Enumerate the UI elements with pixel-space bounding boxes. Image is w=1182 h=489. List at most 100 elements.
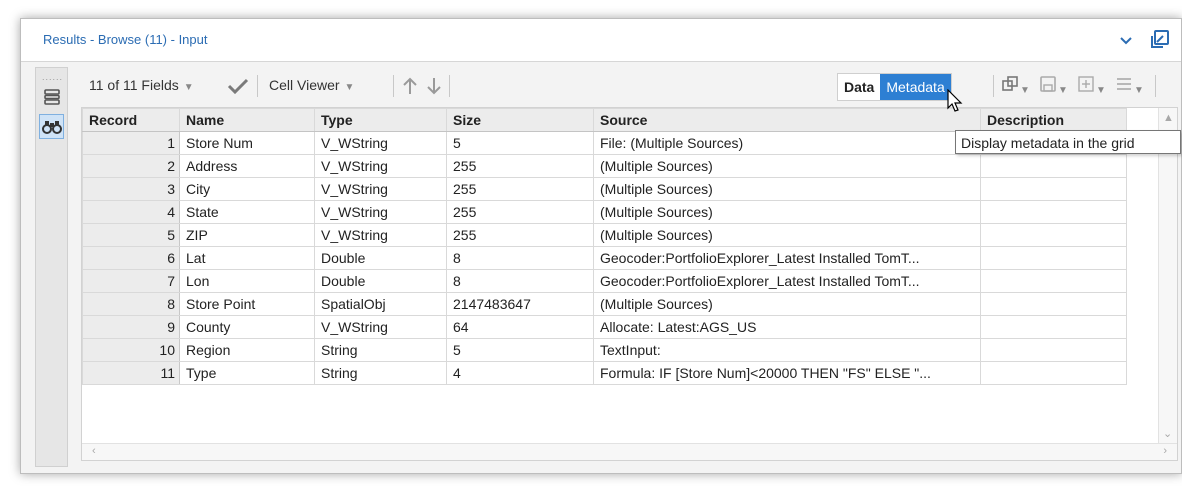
cell-record[interactable]: 9 xyxy=(82,315,180,339)
cell-name[interactable]: Store Point xyxy=(179,292,315,316)
cell-source[interactable]: Geocoder:PortfolioExplorer_Latest Instal… xyxy=(593,269,981,293)
add-column-dropdown[interactable]: ▼ xyxy=(1077,75,1106,96)
cell-name[interactable]: Lon xyxy=(179,269,315,293)
cell-size[interactable]: 255 xyxy=(446,177,594,201)
cell-description[interactable] xyxy=(980,315,1127,339)
cell-name[interactable]: Address xyxy=(179,154,315,178)
cell-source[interactable]: Formula: IF [Store Num]<20000 THEN "FS" … xyxy=(593,361,981,385)
cell-type[interactable]: Double xyxy=(314,246,447,270)
cell-record[interactable]: 3 xyxy=(82,177,180,201)
table-row[interactable]: 4 State V_WString 255 (Multiple Sources) xyxy=(82,200,1127,224)
fields-dropdown[interactable]: 11 of 11 Fields ▼ xyxy=(89,77,194,93)
column-header-source[interactable]: Source xyxy=(593,108,981,132)
column-header-name[interactable]: Name xyxy=(179,108,315,132)
cell-name[interactable]: ZIP xyxy=(179,223,315,247)
column-header-size[interactable]: Size xyxy=(446,108,594,132)
cell-description[interactable] xyxy=(980,154,1127,178)
browse-view-button[interactable] xyxy=(39,114,64,139)
cell-type[interactable]: Double xyxy=(314,269,447,293)
column-header-record[interactable]: Record xyxy=(82,108,180,132)
cell-type[interactable]: V_WString xyxy=(314,177,447,201)
cell-source[interactable]: (Multiple Sources) xyxy=(593,200,981,224)
cell-size[interactable]: 5 xyxy=(446,338,594,362)
cell-size[interactable]: 2147483647 xyxy=(446,292,594,316)
cell-description[interactable] xyxy=(980,223,1127,247)
column-header-type[interactable]: Type xyxy=(314,108,447,132)
cell-record[interactable]: 6 xyxy=(82,246,180,270)
scroll-left-icon[interactable]: ‹ xyxy=(92,445,96,457)
cell-source[interactable]: Geocoder:PortfolioExplorer_Latest Instal… xyxy=(593,246,981,270)
table-row[interactable]: 9 County V_WString 64 Allocate: Latest:AGS_U… xyxy=(82,315,1127,339)
vertical-scrollbar[interactable]: ▲ ⌄ xyxy=(1158,108,1177,444)
cell-record[interactable]: 2 xyxy=(82,154,180,178)
cell-size[interactable]: 5 xyxy=(446,131,594,155)
cell-type[interactable]: V_WString xyxy=(314,200,447,224)
scroll-up-icon[interactable]: ▲ xyxy=(1163,112,1174,124)
cell-description[interactable] xyxy=(980,246,1127,270)
cell-size[interactable]: 255 xyxy=(446,223,594,247)
cell-source[interactable]: (Multiple Sources) xyxy=(593,177,981,201)
chevron-down-icon[interactable] xyxy=(1116,30,1136,50)
scroll-right-icon[interactable]: › xyxy=(1163,445,1167,457)
table-row[interactable]: 11 Type String 4 Formula: IF [Store Num]<200… xyxy=(82,361,1127,385)
cell-name[interactable]: Lat xyxy=(179,246,315,270)
cell-type[interactable]: SpatialObj xyxy=(314,292,447,316)
cell-source[interactable]: (Multiple Sources) xyxy=(593,292,981,316)
cell-record[interactable]: 11 xyxy=(82,361,180,385)
cell-name[interactable]: County xyxy=(179,315,315,339)
arrow-down-icon[interactable] xyxy=(425,76,443,96)
cell-source[interactable]: TextInput: xyxy=(593,338,981,362)
cell-name[interactable]: Region xyxy=(179,338,315,362)
cell-size[interactable]: 4 xyxy=(446,361,594,385)
cell-size[interactable]: 64 xyxy=(446,315,594,339)
copy-dropdown[interactable]: ▼ xyxy=(1001,75,1030,96)
cell-record[interactable]: 7 xyxy=(82,269,180,293)
cell-description[interactable] xyxy=(980,292,1127,316)
cell-type[interactable]: V_WString xyxy=(314,223,447,247)
cell-record[interactable]: 4 xyxy=(82,200,180,224)
cell-name[interactable]: State xyxy=(179,200,315,224)
list-view-button[interactable] xyxy=(39,84,64,109)
rail-grip[interactable]: ...... xyxy=(42,72,63,82)
cell-source[interactable]: (Multiple Sources) xyxy=(593,154,981,178)
cell-size[interactable]: 8 xyxy=(446,246,594,270)
cell-source[interactable]: Allocate: Latest:AGS_US xyxy=(593,315,981,339)
cell-size[interactable]: 255 xyxy=(446,154,594,178)
table-row[interactable]: 8 Store Point SpatialObj 2147483647 (Multipl… xyxy=(82,292,1127,316)
cell-size[interactable]: 255 xyxy=(446,200,594,224)
cell-description[interactable] xyxy=(980,361,1127,385)
arrow-up-icon[interactable] xyxy=(401,76,419,96)
table-row[interactable]: 3 City V_WString 255 (Multiple Sources) xyxy=(82,177,1127,201)
menu-dropdown[interactable]: ▼ xyxy=(1115,75,1144,96)
table-row[interactable]: 7 Lon Double 8 Geocoder:PortfolioExplorer_La… xyxy=(82,269,1127,293)
cell-description[interactable] xyxy=(980,200,1127,224)
checkmark-icon[interactable] xyxy=(227,78,249,94)
scroll-down-icon[interactable]: ⌄ xyxy=(1163,427,1172,440)
cell-name[interactable]: Store Num xyxy=(179,131,315,155)
cell-source[interactable]: (Multiple Sources) xyxy=(593,223,981,247)
horizontal-scrollbar[interactable]: ‹ › xyxy=(82,443,1177,460)
cell-source[interactable]: File: (Multiple Sources) xyxy=(593,131,981,155)
cell-record[interactable]: 10 xyxy=(82,338,180,362)
table-row[interactable]: 6 Lat Double 8 Geocoder:PortfolioExplorer_La… xyxy=(82,246,1127,270)
table-row[interactable]: 5 ZIP V_WString 255 (Multiple Sources) xyxy=(82,223,1127,247)
cell-description[interactable] xyxy=(980,269,1127,293)
cell-description[interactable] xyxy=(980,177,1127,201)
table-row[interactable]: 2 Address V_WString 255 (Multiple Sources) xyxy=(82,154,1127,178)
table-row[interactable]: 10 Region String 5 TextInput: xyxy=(82,338,1127,362)
cell-name[interactable]: Type xyxy=(179,361,315,385)
cell-type[interactable]: V_WString xyxy=(314,315,447,339)
cell-record[interactable]: 1 xyxy=(82,131,180,155)
cell-viewer-dropdown[interactable]: Cell Viewer ▼ xyxy=(269,77,354,93)
cell-size[interactable]: 8 xyxy=(446,269,594,293)
cell-name[interactable]: City xyxy=(179,177,315,201)
popout-window-icon[interactable] xyxy=(1149,28,1171,50)
cell-record[interactable]: 8 xyxy=(82,292,180,316)
save-dropdown[interactable]: ▼ xyxy=(1039,75,1068,96)
data-view-button[interactable]: Data xyxy=(838,74,880,100)
column-header-description[interactable]: Description xyxy=(980,108,1127,132)
cell-type[interactable]: V_WString xyxy=(314,131,447,155)
cell-type[interactable]: String xyxy=(314,361,447,385)
cell-record[interactable]: 5 xyxy=(82,223,180,247)
metadata-view-button[interactable]: Metadata xyxy=(880,74,951,100)
